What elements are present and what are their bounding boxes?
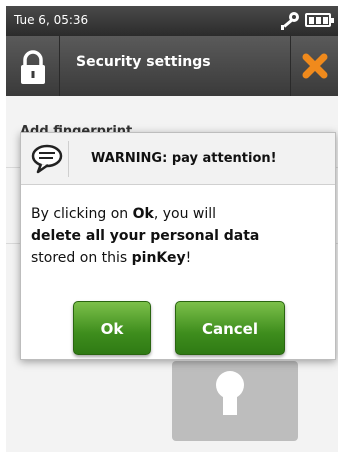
lock-icon [6,36,60,96]
key-icon [281,12,299,30]
dialog-header: WARNING: pay attention! [21,133,335,185]
warning-dialog: WARNING: pay attention! By clicking on O… [20,132,336,360]
status-time: Tue 6, 05:36 [14,13,89,27]
close-button[interactable] [290,36,338,96]
page-title: Security settings [76,54,211,70]
battery-icon [305,13,334,27]
dialog-title: WARNING: pay attention! [91,151,277,166]
dialog-message: By clicking on Ok, you will delete all y… [31,206,260,266]
title-bar: Security settings [6,36,338,96]
status-bar: Tue 6, 05:36 [6,6,338,36]
close-x-icon [302,53,328,79]
background-key-image [172,361,298,441]
speech-bubble-icon [29,141,69,177]
ok-button[interactable]: Ok [73,301,151,355]
cancel-button[interactable]: Cancel [175,301,285,355]
device-screen: Tue 6, 05:36 Security settings WARNING: … [6,6,338,452]
